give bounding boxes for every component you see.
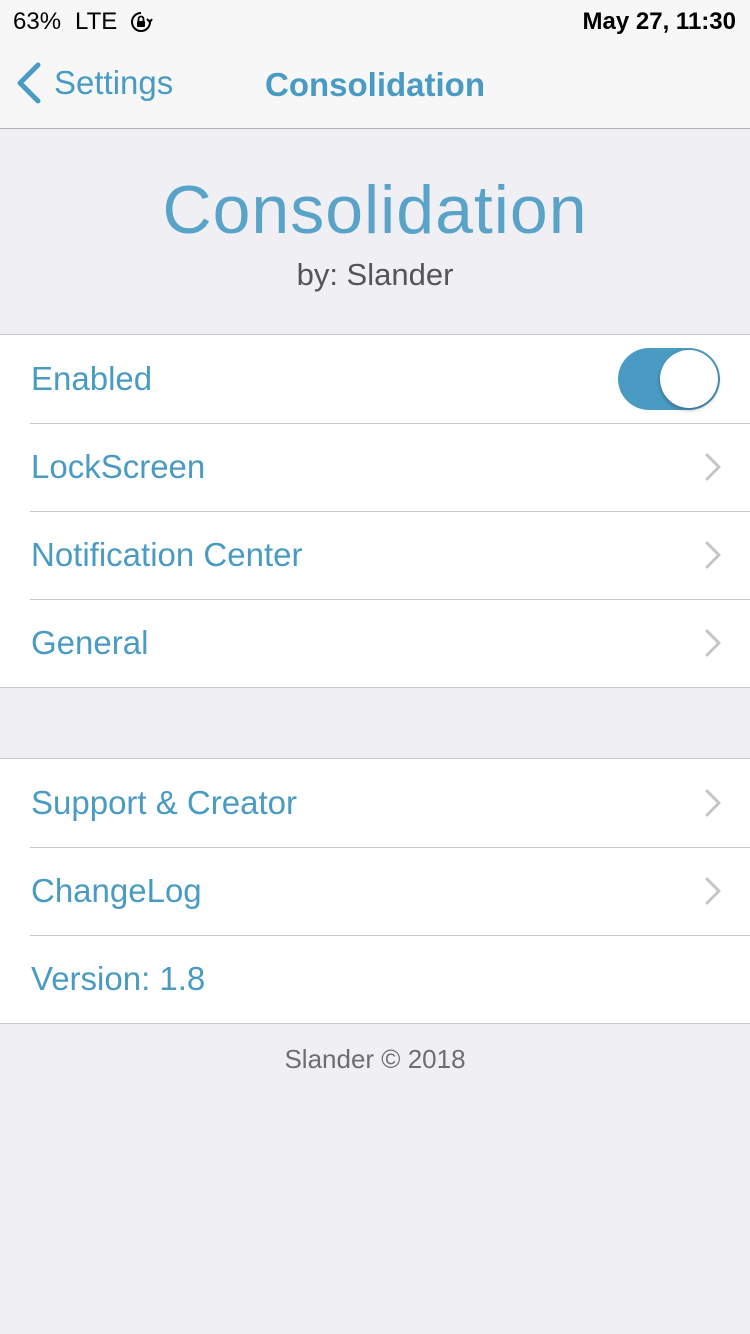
footer-copyright: Slander © 2018 [284,1044,466,1074]
chevron-right-icon [705,629,721,657]
general-cell[interactable]: General [0,599,750,687]
header-title: Consolidation [162,172,588,248]
support-creator-label: Support & Creator [31,784,297,821]
toggle-knob [660,350,718,408]
carrier-label: LTE [75,8,118,35]
status-bar: 63% LTE May 27, 11:30 [0,0,750,40]
enabled-cell: Enabled [0,335,750,423]
status-datetime: May 27, 11:30 [582,8,736,35]
settings-group-main: Enabled LockScreen Notification Center G… [0,334,750,688]
chevron-right-icon [705,541,721,569]
header-subtitle: by: Slander [296,257,454,292]
enabled-label: Enabled [31,360,153,397]
version-cell: Version: 1.8 [0,935,750,1023]
lockscreen-label: LockScreen [31,448,206,485]
navigation-bar: Settings Consolidation [0,40,750,129]
notification-center-label: Notification Center [31,536,303,573]
chevron-right-icon [705,789,721,817]
chevron-right-icon [705,453,721,481]
orientation-lock-icon [131,12,154,32]
chevron-right-icon [705,877,721,905]
changelog-label: ChangeLog [31,872,202,909]
changelog-cell[interactable]: ChangeLog [0,847,750,935]
support-creator-cell[interactable]: Support & Creator [0,759,750,847]
nav-title: Consolidation [265,66,485,103]
settings-group-info: Support & Creator ChangeLog Version: 1.8 [0,758,750,1024]
general-label: General [31,624,149,661]
version-label: Version: 1.8 [31,960,206,997]
preferences-header: Consolidation by: Slander [0,129,750,334]
battery-percentage: 63% [13,8,62,35]
notification-center-cell[interactable]: Notification Center [0,511,750,599]
status-left: 63% LTE [13,8,154,36]
lockscreen-cell[interactable]: LockScreen [0,423,750,511]
enabled-toggle[interactable] [618,348,720,410]
